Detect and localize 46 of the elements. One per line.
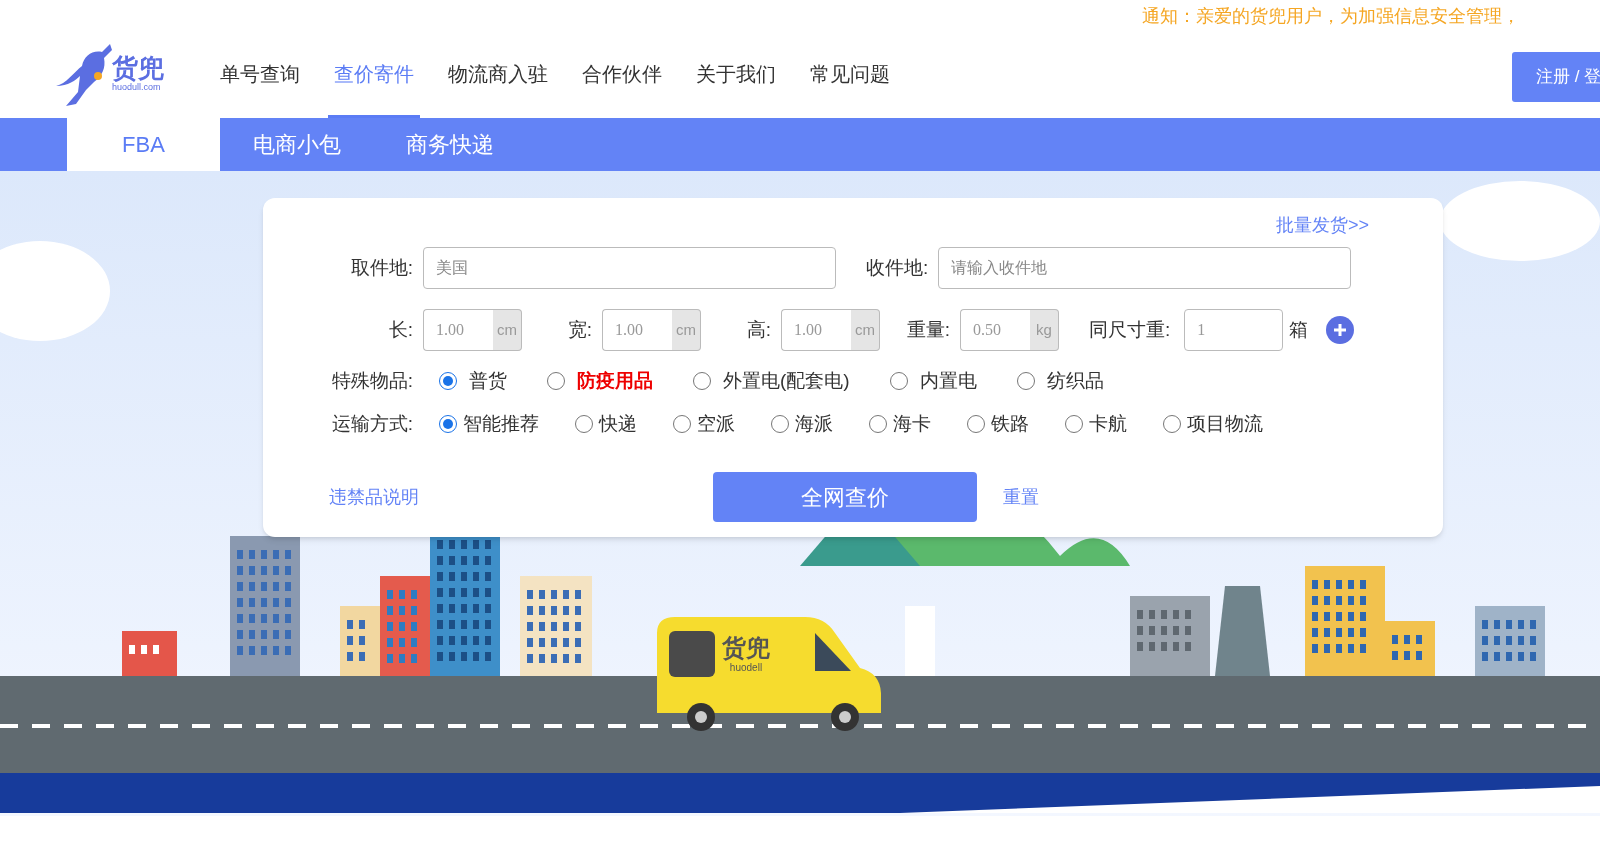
nav-link[interactable]: 单号查询: [214, 32, 306, 118]
bulk-shipping-link[interactable]: 批量发货>>: [1275, 212, 1369, 239]
field-label: 宽:: [566, 317, 592, 342]
radio-label: 空派: [697, 411, 735, 436]
radio-label: 外置电(配套电): [723, 369, 850, 393]
category-tab[interactable]: FBA: [67, 118, 220, 171]
quantity-input-field[interactable]: 1: [1184, 309, 1284, 351]
field-label: 运输方式:: [330, 411, 413, 436]
nav-link[interactable]: 常见问题: [804, 32, 896, 118]
field-label: 同尺寸重:: [1089, 317, 1171, 342]
field-label: 重量:: [905, 317, 950, 342]
nav-link[interactable]: 关于我们: [690, 32, 782, 118]
register-login-button[interactable]: 注册 / 登: [1512, 52, 1600, 102]
radio-label: 内置电: [919, 369, 977, 393]
kangaroo-logo[interactable]: 货兜 huodull.com: [54, 42, 184, 108]
radio-label: 快递: [599, 411, 637, 436]
pickup-input-field[interactable]: 美国: [423, 247, 836, 289]
radio-label: 海派: [795, 411, 833, 436]
category-tab[interactable]: 商务快递: [373, 118, 526, 171]
destination-input-field[interactable]: 请输入收件地: [938, 247, 1352, 289]
radio-label: 普货: [469, 369, 507, 393]
logo-text: 货兜: [112, 55, 164, 82]
search-price-button[interactable]: 全网查价: [713, 472, 977, 522]
unit-label: 箱: [1289, 317, 1309, 342]
field-label: 特殊物品:: [330, 369, 413, 393]
prohibited-items-link[interactable]: 违禁品说明: [329, 483, 419, 511]
van-logo-text: 货兜: [722, 636, 770, 660]
field-label: 收件地:: [866, 255, 929, 280]
nav-link[interactable]: 合作伙伴: [576, 32, 668, 118]
radio-label: 海卡: [893, 411, 931, 436]
field-label: 长:: [387, 317, 413, 342]
radio-label: 防疫用品: [577, 369, 653, 393]
radio-label: 卡航: [1089, 411, 1127, 436]
logo-domain: huodull.com: [112, 82, 162, 95]
radio-label: 智能推荐: [463, 411, 539, 436]
van-logo-domain: huodell: [729, 661, 763, 675]
field-label: 取件地:: [349, 255, 413, 280]
nav-link[interactable]: 物流商入驻: [442, 32, 554, 118]
category-tab[interactable]: 电商小包: [220, 118, 373, 171]
add-icon[interactable]: [1326, 316, 1355, 344]
reset-link[interactable]: 重置: [1003, 483, 1039, 511]
radio-label: 纺织品: [1046, 369, 1104, 393]
radio-label: 项目物流: [1187, 411, 1263, 436]
field-label: 高:: [745, 317, 771, 342]
radio-label: 铁路: [991, 411, 1029, 436]
notice-text: 通知：亲爱的货兜用户，为加强信息安全管理，: [1142, 4, 1520, 28]
